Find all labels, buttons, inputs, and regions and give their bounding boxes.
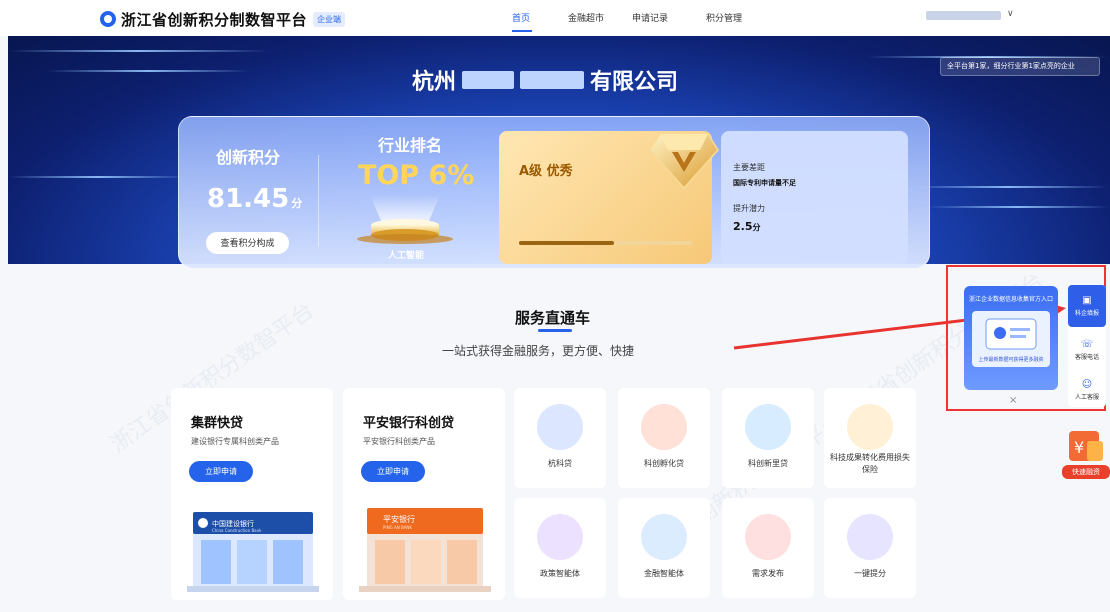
service-tile-label: 政策智能体 bbox=[540, 569, 580, 578]
service-tile-label: 一键提分 bbox=[854, 569, 886, 578]
rank-badge: 全平台第1家，细分行业第1家点亮的企业 bbox=[940, 57, 1100, 76]
finance-ai-icon bbox=[641, 514, 687, 560]
fast-loan-button[interactable]: 快速融资 bbox=[1062, 465, 1110, 479]
gap-title: 主要差距 bbox=[733, 163, 765, 172]
innovation-score-value: 81.45 分 bbox=[207, 184, 303, 214]
service-tile-label: 需求发布 bbox=[752, 569, 784, 578]
nav-finance-market[interactable]: 金融超市 bbox=[568, 11, 604, 24]
incubator-icon bbox=[641, 404, 687, 450]
view-score-breakdown-button[interactable]: 查看积分构成 bbox=[206, 232, 289, 254]
grade-progress-fill bbox=[519, 241, 615, 245]
svg-text:¥: ¥ bbox=[1074, 438, 1084, 457]
phone-icon: ☏ bbox=[1080, 339, 1094, 350]
dollar-coin-icon bbox=[745, 404, 791, 450]
nav-home[interactable]: 首页 bbox=[512, 11, 530, 24]
service-tile-boost-score[interactable]: 一键提分 bbox=[824, 498, 916, 598]
redacted-block bbox=[462, 71, 515, 89]
service-title: 服务直通车 bbox=[515, 309, 591, 327]
side-item-phone[interactable]: ☏ 客服电话 bbox=[1068, 339, 1106, 361]
gap-text: 国际专利申请量不足 bbox=[733, 179, 796, 187]
popup-desc: 上传最新数据可获得更多融资 bbox=[978, 357, 1044, 363]
service-tile-finance-agent[interactable]: 金融智能体 bbox=[618, 498, 710, 598]
service-tile-insurance[interactable]: 科技成果转化费用损失保险 bbox=[824, 388, 916, 488]
enterprise-tag: 企业端 bbox=[313, 11, 346, 27]
logo-icon bbox=[100, 11, 116, 27]
service-tile-hangke-loan[interactable]: 杭科贷 bbox=[514, 388, 606, 488]
service-tile-xinli-loan[interactable]: 科创新里贷 bbox=[722, 388, 814, 488]
report-icon: ▣ bbox=[1082, 295, 1092, 306]
nav-points-management[interactable]: 积分管理 bbox=[706, 11, 742, 24]
service-tile-label: 杭科贷 bbox=[548, 459, 572, 468]
bank-sign-en: China Construction Bank bbox=[212, 528, 262, 533]
service-tile-policy-agent[interactable]: 政策智能体 bbox=[514, 498, 606, 598]
side-item-label: 客服电话 bbox=[1074, 354, 1099, 361]
demand-publish-icon bbox=[745, 514, 791, 560]
diamond-v-icon bbox=[649, 133, 719, 190]
grade-progress-bar bbox=[519, 241, 692, 245]
bank-building-image: 平安银行 PING AN BANK bbox=[359, 508, 491, 592]
industry-rank-value: TOP 6% bbox=[358, 160, 475, 191]
logo-text: 浙江省创新积分制数智平台 bbox=[121, 10, 308, 29]
apply-now-button[interactable]: 立即申请 bbox=[189, 461, 253, 482]
loan-card-ccb[interactable]: 集群快贷 建设银行专属科创类产品 立即申请 中国建设银行 China Const… bbox=[171, 388, 333, 600]
service-tile-label: 金融智能体 bbox=[644, 569, 684, 578]
bank-sign-en: PING AN BANK bbox=[383, 525, 412, 530]
grade-label: A级 优秀 bbox=[519, 164, 573, 179]
side-item-agent[interactable]: ☺ 人工客服 bbox=[1068, 379, 1106, 401]
service-title-underline bbox=[538, 329, 572, 332]
side-item-report[interactable]: ▣ 科企填报 bbox=[1068, 295, 1106, 317]
loan-title: 平安银行科创贷 bbox=[363, 416, 455, 431]
chevron-down-icon[interactable]: ∨ bbox=[1007, 9, 1014, 19]
service-subtitle: 一站式获得金融服务，更方便、快捷 bbox=[442, 344, 635, 358]
side-item-label: 人工客服 bbox=[1074, 394, 1099, 401]
service-tile-demand-publish[interactable]: 需求发布 bbox=[722, 498, 814, 598]
industry-name: 人工智能 bbox=[388, 251, 425, 261]
insurance-gift-icon bbox=[847, 404, 893, 450]
popup-title: 浙江企业数据信息收集官方入口 bbox=[968, 296, 1053, 303]
company-suffix: 有限公司 bbox=[590, 70, 679, 95]
company-name: 杭州 有限公司 bbox=[412, 64, 678, 96]
redacted-block bbox=[520, 71, 585, 89]
close-icon[interactable]: × bbox=[1009, 395, 1017, 406]
nav-active-indicator bbox=[512, 30, 532, 32]
bank-sign: 平安银行 bbox=[383, 514, 415, 524]
service-tile-label: 科技成果转化费用损失保险 bbox=[830, 453, 910, 474]
service-tile-incubator-loan[interactable]: 科创孵化贷 bbox=[618, 388, 710, 488]
loan-title: 集群快贷 bbox=[191, 416, 244, 431]
gap-card bbox=[721, 131, 908, 264]
podium-icon bbox=[357, 195, 453, 244]
industry-rank-label: 行业排名 bbox=[378, 136, 443, 155]
bank-sign: 中国建设银行 bbox=[212, 519, 254, 528]
side-item-label: 科企填报 bbox=[1074, 310, 1099, 317]
potential-value: 2.5分 bbox=[733, 220, 761, 233]
nav-application-records[interactable]: 申请记录 bbox=[632, 11, 668, 24]
innovation-score-label: 创新积分 bbox=[216, 148, 281, 167]
loan-desc: 平安银行科创类产品 bbox=[363, 437, 435, 446]
data-collection-popup[interactable]: 浙江企业数据信息收集官方入口 上传最新数据可获得更多融资 bbox=[964, 286, 1058, 390]
user-account[interactable] bbox=[926, 11, 1001, 20]
bank-building-icon bbox=[537, 404, 583, 450]
policy-doc-icon bbox=[537, 514, 583, 560]
service-tile-label: 科创孵化贷 bbox=[644, 459, 684, 468]
divider bbox=[318, 155, 319, 247]
boost-score-icon bbox=[847, 514, 893, 560]
apply-now-button[interactable]: 立即申请 bbox=[361, 461, 425, 482]
company-prefix: 杭州 bbox=[412, 70, 457, 95]
platform-logo[interactable]: 浙江省创新积分制数智平台 企业端 bbox=[100, 9, 346, 29]
agent-icon: ☺ bbox=[1081, 379, 1093, 390]
loan-desc: 建设银行专属科创类产品 bbox=[191, 437, 279, 446]
bank-building-image: 中国建设银行 China Construction Bank bbox=[187, 512, 319, 592]
loan-card-pingan[interactable]: 平安银行科创贷 平安银行科创类产品 立即申请 平安银行 PING AN BANK bbox=[343, 388, 505, 600]
service-tile-label: 科创新里贷 bbox=[748, 459, 788, 468]
potential-title: 提升潜力 bbox=[733, 204, 765, 213]
top-nav: 浙江省创新积分制数智平台 企业端 首页 金融超市 申请记录 积分管理 ∨ bbox=[0, 0, 1110, 36]
